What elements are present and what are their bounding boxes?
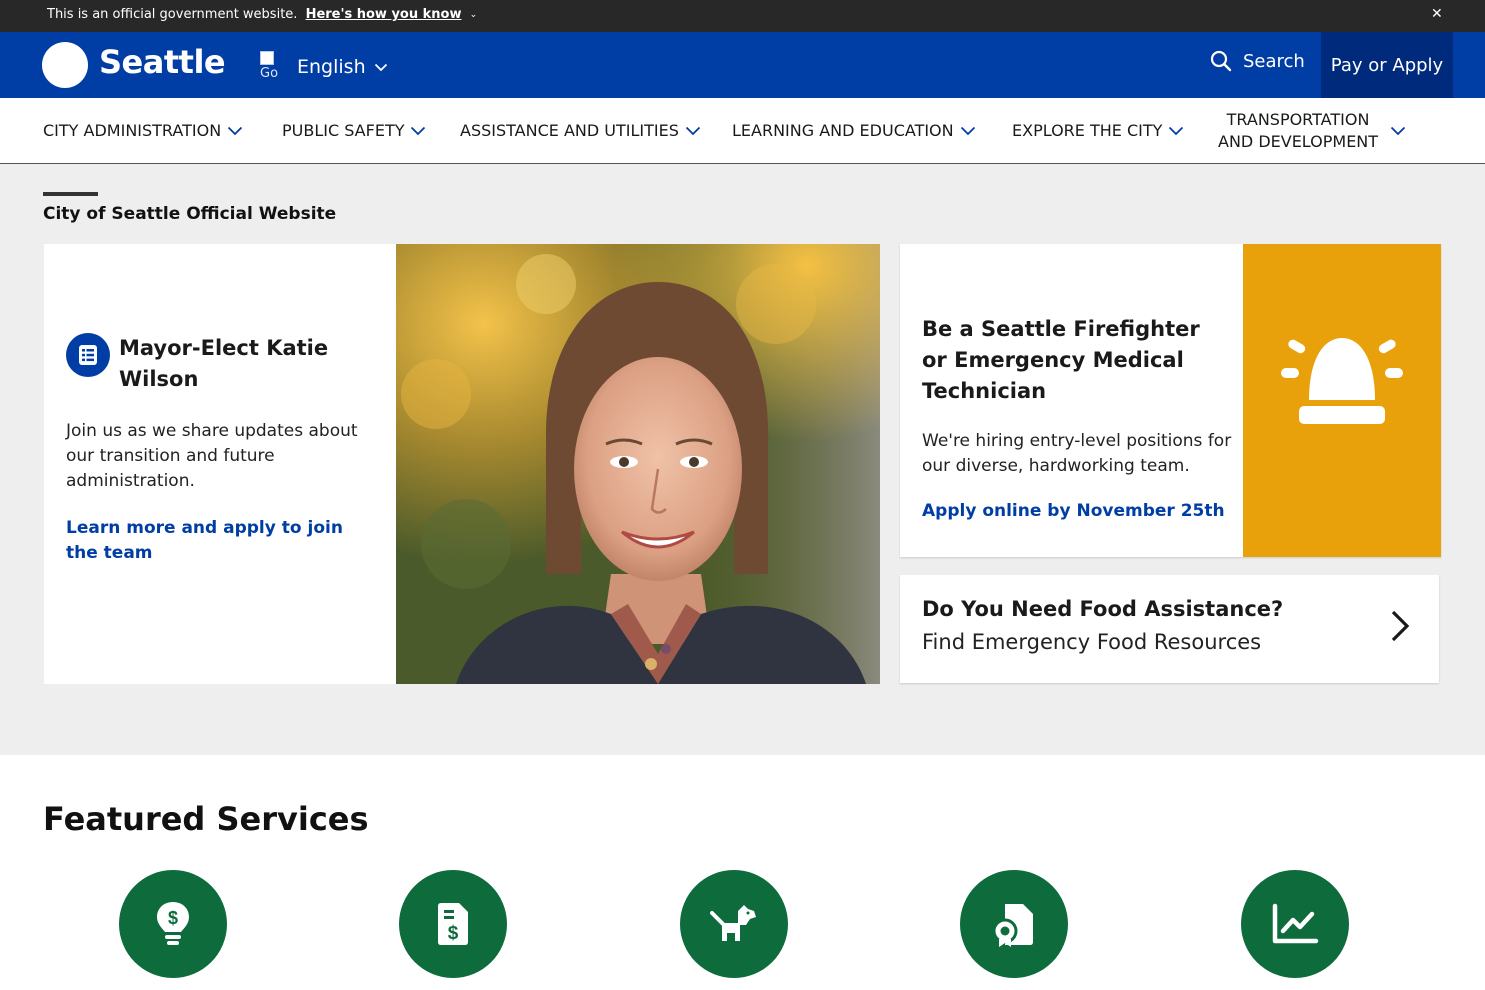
learn-more-link[interactable]: Learn more and apply to join the team — [66, 516, 366, 566]
site-header: Seattle Go English Search Pay or Apply — [0, 32, 1485, 98]
lightbulb-dollar-icon: $ — [157, 902, 189, 945]
license-certificate-icon — [992, 904, 1033, 947]
featured-services-heading: Featured Services — [43, 800, 369, 838]
seattle-logo[interactable] — [42, 42, 88, 88]
card-description: We're hiring entry-level positions for o… — [922, 431, 1232, 476]
chevron-down-icon — [685, 126, 700, 135]
chevron-down-icon — [960, 126, 975, 135]
chevron-down-icon — [411, 126, 426, 135]
gov-banner-text: This is an official government website. — [47, 7, 298, 22]
logo-text[interactable]: Seattle — [99, 43, 226, 81]
bill-document-icon: $ — [438, 903, 468, 945]
line-chart-icon — [1272, 903, 1319, 944]
service-pay-bill-button[interactable]: $ — [399, 870, 507, 978]
apply-online-link[interactable]: Apply online by November 25th — [922, 501, 1225, 521]
language-label: English — [297, 56, 366, 78]
card-title[interactable]: Be a Seattle Firefighter or Emergency Me… — [922, 314, 1222, 407]
svg-text:$: $ — [448, 923, 459, 944]
chevron-down-icon — [374, 63, 387, 71]
nav-item-label: PUBLIC SAFETY — [282, 121, 405, 140]
section-accent-bar — [43, 192, 98, 196]
main-nav: CITY ADMINISTRATION PUBLIC SAFETY ASSIST… — [0, 98, 1485, 164]
mayor-elect-card: Mayor-Elect Katie Wilson Join us as we s… — [44, 244, 880, 684]
search-button[interactable]: Search — [1210, 50, 1305, 72]
alert-panel — [1243, 244, 1441, 557]
search-icon — [1210, 50, 1232, 72]
card-description: Join us as we share updates about our tr… — [66, 421, 358, 491]
close-icon[interactable]: ✕ — [1431, 6, 1443, 22]
google-translate-icon: Go — [260, 51, 288, 87]
firefighter-card: Be a Seattle Firefighter or Emergency Me… — [900, 244, 1441, 557]
nav-item-label: TRANSPORTATION AND DEVELOPMENT — [1218, 109, 1379, 151]
translate-alt-text: Go — [260, 66, 279, 81]
nav-item-public-safety[interactable]: PUBLIC SAFETY — [282, 98, 426, 163]
service-pet-license-button[interactable] — [680, 870, 788, 978]
dog-icon — [710, 905, 756, 941]
service-utilities-button[interactable]: $ — [119, 870, 227, 978]
service-business-license-button[interactable] — [960, 870, 1068, 978]
chevron-down-icon — [1390, 126, 1406, 135]
nav-item-assistance-and-utilities[interactable]: ASSISTANCE AND UTILITIES — [460, 98, 701, 163]
nav-item-label: CITY ADMINISTRATION — [43, 121, 222, 140]
gov-banner-text-wrap: This is an official government website. … — [47, 7, 477, 22]
chevron-down-icon — [228, 126, 243, 135]
card-subtitle: Find Emergency Food Resources — [922, 630, 1262, 654]
nav-item-learning-and-education[interactable]: LEARNING AND EDUCATION — [732, 98, 976, 163]
nav-item-label: EXPLORE THE CITY — [1012, 121, 1163, 140]
nav-item-transportation-and-development[interactable]: TRANSPORTATION AND DEVELOPMENT — [1218, 98, 1406, 163]
chevron-down-icon — [1169, 126, 1184, 135]
list-icon — [66, 333, 110, 377]
nav-item-explore-the-city[interactable]: EXPLORE THE CITY — [1012, 98, 1184, 163]
nav-item-label: ASSISTANCE AND UTILITIES — [460, 121, 679, 140]
mayor-elect-photo — [396, 244, 880, 684]
emergency-siren-icon — [1281, 338, 1403, 424]
search-label: Search — [1243, 50, 1305, 72]
nav-item-city-administration[interactable]: CITY ADMINISTRATION — [43, 98, 243, 163]
chevron-down-icon[interactable]: ⌄ — [470, 10, 478, 20]
language-selector[interactable]: Go English — [260, 51, 388, 82]
food-assistance-card[interactable]: Do You Need Food Assistance? Find Emerge… — [900, 575, 1439, 683]
hero-section: City of Seattle Official Website Mayor-E… — [0, 164, 1485, 755]
nav-item-label: LEARNING AND EDUCATION — [732, 121, 954, 140]
chevron-right-icon — [1391, 610, 1410, 642]
heres-how-you-know-link[interactable]: Here's how you know — [306, 7, 462, 22]
section-title: City of Seattle Official Website — [43, 204, 337, 224]
gov-banner: This is an official government website. … — [0, 0, 1485, 32]
pay-or-apply-button[interactable]: Pay or Apply — [1321, 32, 1453, 98]
service-data-dashboard-button[interactable] — [1241, 870, 1349, 978]
broken-image-icon — [260, 51, 274, 65]
card-title[interactable]: Mayor-Elect Katie Wilson — [119, 333, 369, 395]
svg-text:$: $ — [168, 908, 178, 928]
card-title: Do You Need Food Assistance? — [922, 597, 1284, 621]
